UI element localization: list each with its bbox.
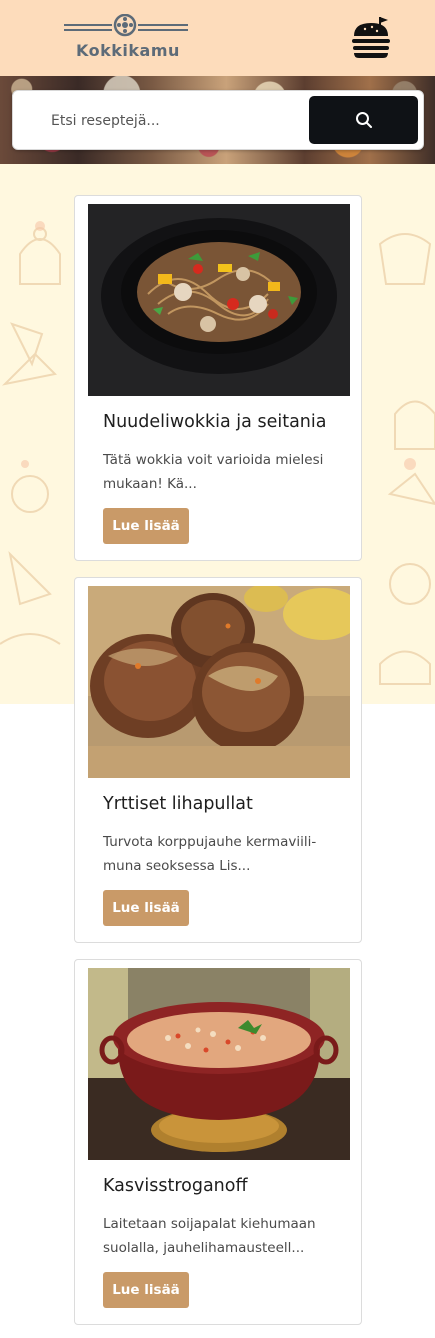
noodle-wok-image bbox=[88, 204, 350, 396]
recipe-description: Tätä wokkia voit varioida mielesi mukaan… bbox=[103, 452, 324, 492]
hamburger-icon bbox=[352, 17, 390, 58]
read-more-button[interactable]: Lue lisää bbox=[103, 890, 189, 926]
recipe-card: Nuudeliwokkia ja seitania Tätä wokkia vo… bbox=[74, 195, 362, 561]
hamburger-menu-button[interactable] bbox=[350, 14, 392, 60]
recipe-title: Nuudeliwokkia ja seitania bbox=[103, 412, 327, 432]
recipe-description: Laitetaan soijapalat kiehumaan suolalla,… bbox=[103, 1216, 316, 1256]
logo-wheel-icon bbox=[64, 13, 188, 37]
search-bar bbox=[12, 90, 424, 150]
search-icon bbox=[355, 112, 372, 128]
site-header: Kokkikamu bbox=[0, 0, 435, 76]
search-input[interactable] bbox=[23, 99, 308, 143]
recipe-image bbox=[88, 586, 350, 778]
recipe-card: Kasvisstroganoff Laitetaan soijapalat ki… bbox=[74, 959, 362, 1325]
recipe-card: Yrttiset lihapullat Turvota korppujauhe … bbox=[74, 577, 362, 943]
recipe-title: Kasvisstroganoff bbox=[103, 1176, 248, 1196]
recipe-description: Turvota korppujauhe kermaviili- muna seo… bbox=[103, 834, 317, 874]
search-button[interactable] bbox=[309, 96, 418, 144]
stew-pot-image bbox=[88, 968, 350, 1160]
meatballs-image bbox=[88, 586, 350, 778]
read-more-button[interactable]: Lue lisää bbox=[103, 1272, 189, 1308]
brand-logo[interactable]: Kokkikamu bbox=[62, 13, 192, 64]
recipe-image bbox=[88, 204, 350, 396]
brand-name: Kokkikamu bbox=[76, 41, 180, 60]
read-more-button[interactable]: Lue lisää bbox=[103, 508, 189, 544]
recipe-title: Yrttiset lihapullat bbox=[103, 794, 253, 814]
recipe-image bbox=[88, 968, 350, 1160]
